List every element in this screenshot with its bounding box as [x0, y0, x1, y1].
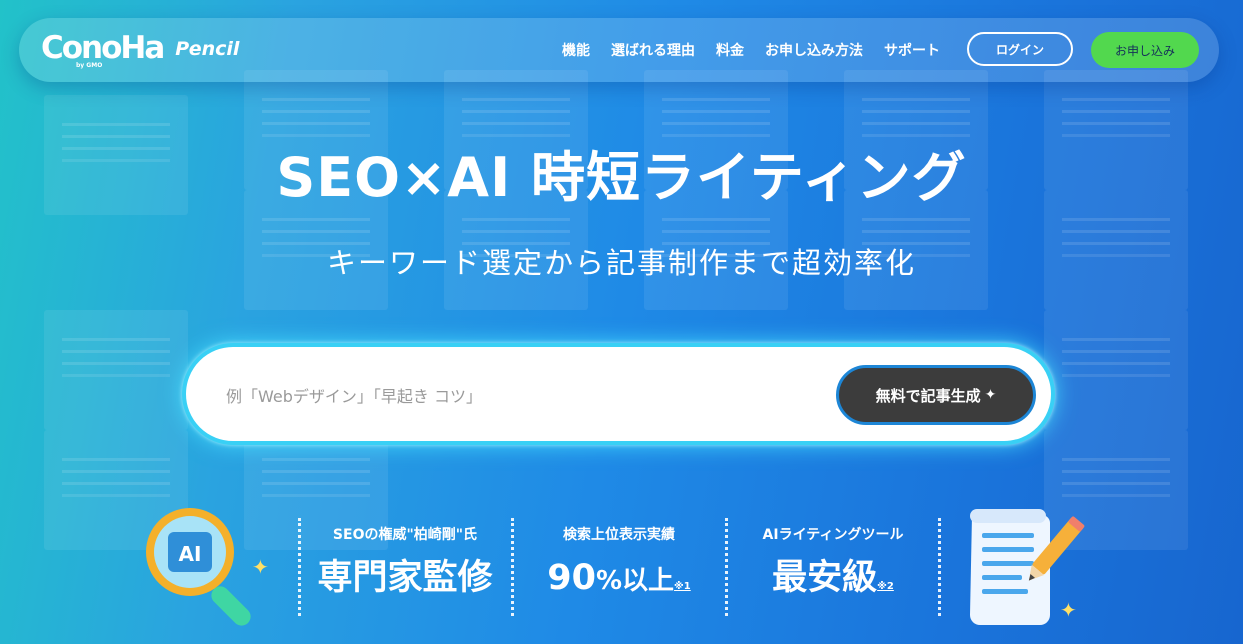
- logo-main-text: ConoHa: [41, 30, 165, 66]
- ai-magnifier-illustration: AI ✦: [140, 502, 275, 636]
- svg-text:✦: ✦: [1060, 598, 1077, 622]
- ai-badge-text: AI: [179, 542, 202, 566]
- feature-main: 専門家監修: [317, 558, 493, 598]
- nav-features[interactable]: 機能: [562, 40, 590, 60]
- feature-price: AIライティングツール 最安級※2: [728, 518, 938, 614]
- logo[interactable]: ConoHa by GMO Pencil: [41, 30, 240, 69]
- keyword-input[interactable]: [224, 377, 828, 415]
- feature-main: 90: [547, 558, 596, 598]
- document-pencil-illustration: ✦: [960, 505, 1095, 634]
- feature-unit: %以上: [595, 566, 675, 596]
- feature-note[interactable]: ※2: [877, 581, 894, 592]
- feature-expert: SEOの権威"柏崎剛"氏 専門家監修: [300, 518, 510, 614]
- signup-button[interactable]: お申し込み: [1091, 32, 1199, 68]
- site-header: ConoHa by GMO Pencil 機能 選ばれる理由 料金 お申し込み方…: [19, 18, 1219, 82]
- generate-button-label: 無料で記事生成: [875, 386, 981, 405]
- logo-sub-text: Pencil: [175, 38, 240, 60]
- feature-caption: SEOの権威"柏崎剛"氏: [332, 527, 478, 543]
- keyword-search-box: 無料で記事生成 ✦: [182, 343, 1055, 445]
- hero-title: SEO×AI 時短ライティング: [276, 146, 967, 209]
- magnifier-icon: AI ✦: [146, 508, 269, 626]
- feature-caption: 検索上位表示実績: [563, 527, 675, 543]
- nav-pricing[interactable]: 料金: [716, 40, 744, 60]
- feature-ranking: 検索上位表示実績 90%以上※1: [514, 518, 724, 614]
- svg-text:✦: ✦: [252, 555, 269, 579]
- nav-support[interactable]: サポート: [884, 40, 940, 60]
- divider: [938, 518, 941, 616]
- feature-note[interactable]: ※1: [674, 581, 691, 592]
- document-icon: ✦: [970, 509, 1085, 625]
- nav-how-to-apply[interactable]: お申し込み方法: [765, 40, 863, 60]
- login-button[interactable]: ログイン: [967, 32, 1073, 66]
- feature-main: 最安級: [772, 558, 878, 598]
- hero-subtitle: キーワード選定から記事制作まで超効率化: [326, 246, 916, 280]
- divider: [298, 518, 301, 616]
- main-nav: 機能 選ばれる理由 料金 お申し込み方法 サポート: [562, 18, 940, 82]
- feature-caption: AIライティングツール: [762, 527, 904, 543]
- sparkle-icon: ✦: [984, 387, 997, 403]
- generate-article-button[interactable]: 無料で記事生成 ✦: [836, 365, 1036, 425]
- logo-by-text: by GMO: [76, 62, 103, 69]
- nav-reasons[interactable]: 選ばれる理由: [611, 40, 695, 60]
